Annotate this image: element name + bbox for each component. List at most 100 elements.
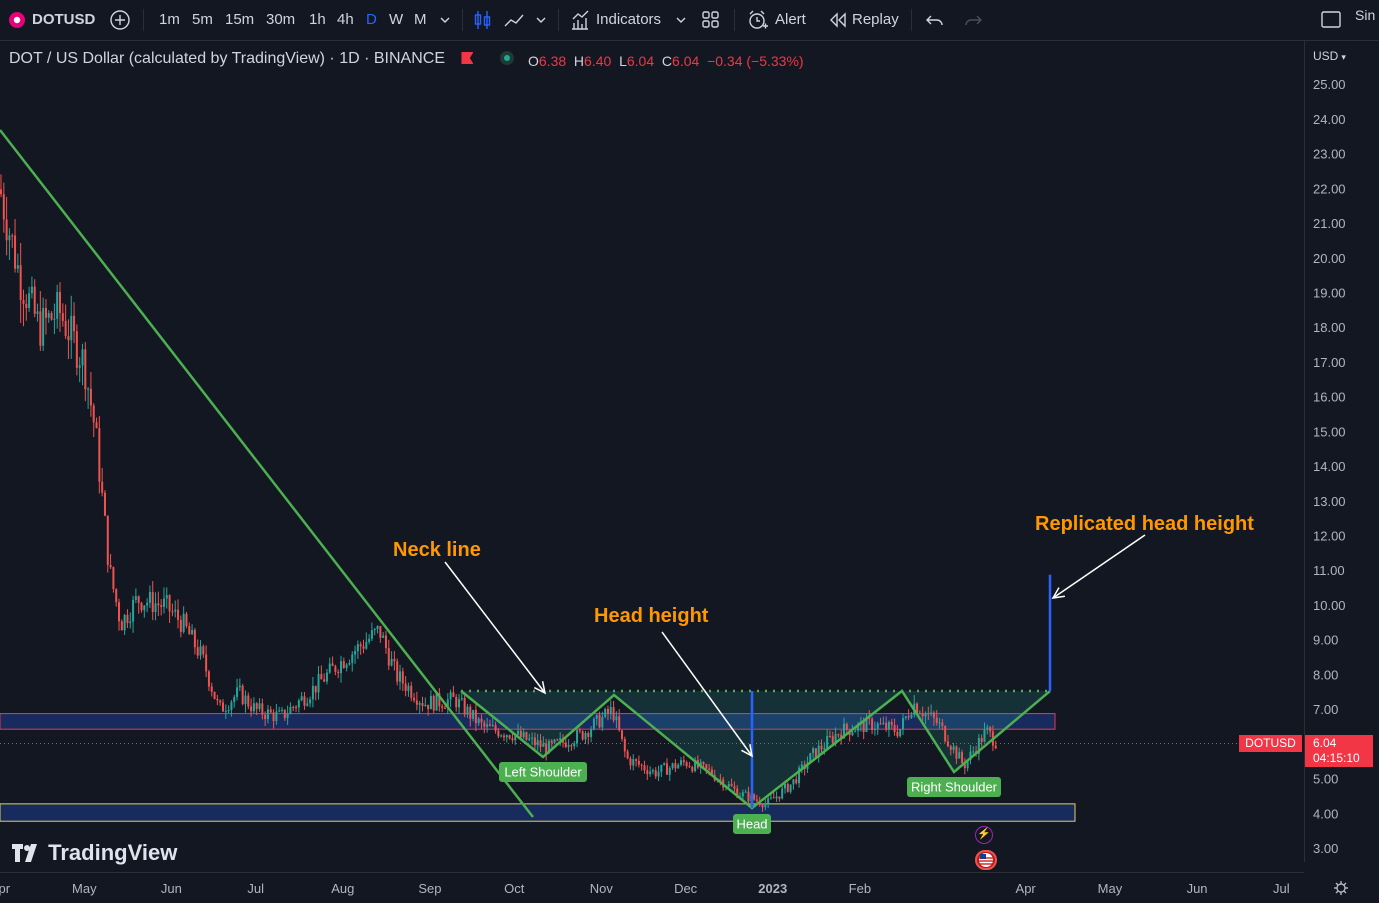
- candle-body: [980, 738, 983, 742]
- candle-body: [494, 725, 497, 731]
- candle-body: [413, 697, 416, 701]
- candle-body: [196, 647, 199, 656]
- candle-body: [845, 723, 848, 731]
- candle-body: [629, 758, 632, 766]
- candle-body: [623, 738, 626, 752]
- candle-body: [89, 388, 92, 406]
- candle-body: [337, 671, 340, 674]
- candle-body: [258, 703, 261, 709]
- candle-body: [396, 661, 399, 682]
- candle-body: [952, 746, 955, 750]
- open-value: 6.38: [538, 53, 567, 69]
- head-height-annotation: Head height: [594, 605, 709, 627]
- candle-body: [219, 700, 222, 703]
- candle-body: [961, 752, 964, 763]
- candle-body: [769, 797, 772, 799]
- candle-body: [483, 722, 486, 727]
- candle-body: [370, 630, 373, 639]
- candle-body: [250, 706, 253, 712]
- chevron-down-icon[interactable]: ▾: [1341, 52, 1346, 62]
- candle-body: [64, 320, 67, 337]
- candle-body: [826, 736, 829, 749]
- price-chart[interactable]: Neck line Head height Replicated head heig…: [0, 0, 1379, 902]
- candle-body: [311, 685, 314, 700]
- time-scale-panel[interactable]: [0, 872, 1304, 903]
- candle-body: [317, 674, 320, 693]
- candle-body: [252, 703, 255, 712]
- candle-body: [345, 664, 348, 668]
- candle-body: [362, 646, 365, 649]
- candle-body: [70, 315, 73, 341]
- lightning-event-icon[interactable]: ⚡: [975, 826, 993, 844]
- candle-body: [573, 743, 576, 747]
- candle-body: [157, 603, 160, 606]
- candle-body: [885, 722, 888, 730]
- candle-body: [354, 651, 357, 655]
- candle-body: [427, 704, 430, 710]
- annotation-labels: Neck line Head height Replicated head heig…: [393, 513, 1254, 834]
- candle-body: [67, 336, 70, 341]
- candle-body: [73, 315, 76, 332]
- candle-body: [587, 733, 590, 738]
- candle-body: [837, 734, 840, 736]
- candle-body: [42, 307, 45, 346]
- candle-body: [502, 735, 505, 738]
- candle-body: [730, 784, 733, 787]
- candle-body: [266, 709, 269, 720]
- candle-body: [789, 784, 792, 792]
- candle-body: [480, 718, 483, 723]
- currency-selector[interactable]: USD ▾: [1313, 49, 1346, 63]
- candle-body: [876, 723, 879, 729]
- last-price-badge: 6.04 04:15:10: [1305, 735, 1373, 767]
- currency-label[interactable]: USD: [1313, 49, 1338, 63]
- head-label: Head: [736, 817, 767, 832]
- candle-body: [747, 791, 750, 802]
- candle-body: [932, 712, 935, 718]
- candle-body: [517, 730, 520, 735]
- tradingview-watermark[interactable]: TradingView: [12, 840, 177, 866]
- candle-body: [890, 722, 893, 725]
- us-flag-event-icon[interactable]: [975, 850, 997, 870]
- candle-body: [129, 621, 132, 624]
- candle-body: [907, 716, 910, 718]
- candle-body: [508, 735, 511, 739]
- symbol-price-tag: DOTUSD: [1239, 735, 1302, 752]
- candle-body: [36, 311, 39, 314]
- candle-body: [831, 736, 834, 743]
- flag-icon[interactable]: [461, 52, 474, 64]
- candle-body: [0, 189, 2, 195]
- candle-body: [151, 592, 154, 613]
- candle-body: [171, 611, 174, 613]
- candle-body: [351, 654, 354, 663]
- candle-body: [115, 589, 118, 603]
- candle-body: [160, 605, 163, 607]
- candle-body: [592, 718, 595, 730]
- candle-body: [767, 798, 770, 804]
- candle-body: [146, 602, 149, 606]
- candle-body: [812, 748, 815, 754]
- candle-body: [772, 797, 775, 799]
- bar-countdown: 04:15:10: [1313, 751, 1360, 765]
- candle-body: [469, 706, 472, 719]
- candle-body: [143, 605, 146, 611]
- candle-body: [674, 763, 677, 769]
- candle-body: [458, 698, 461, 708]
- candle-body: [295, 707, 298, 709]
- gear-icon[interactable]: [1333, 880, 1349, 901]
- candle-body: [188, 626, 191, 635]
- candle-body: [755, 799, 758, 801]
- candle-body: [191, 629, 194, 635]
- candle-body: [545, 743, 548, 754]
- candle-body: [708, 768, 711, 770]
- candle-body: [393, 658, 396, 662]
- close-key: C: [661, 53, 673, 69]
- candle-body: [691, 766, 694, 772]
- candle-body: [576, 730, 579, 744]
- candle-body: [570, 745, 573, 747]
- candle-body: [193, 629, 196, 648]
- candle-body: [986, 727, 989, 730]
- candle-body: [443, 707, 446, 709]
- candle-body: [677, 764, 680, 769]
- candle-body: [303, 696, 306, 706]
- candle-body: [140, 602, 143, 611]
